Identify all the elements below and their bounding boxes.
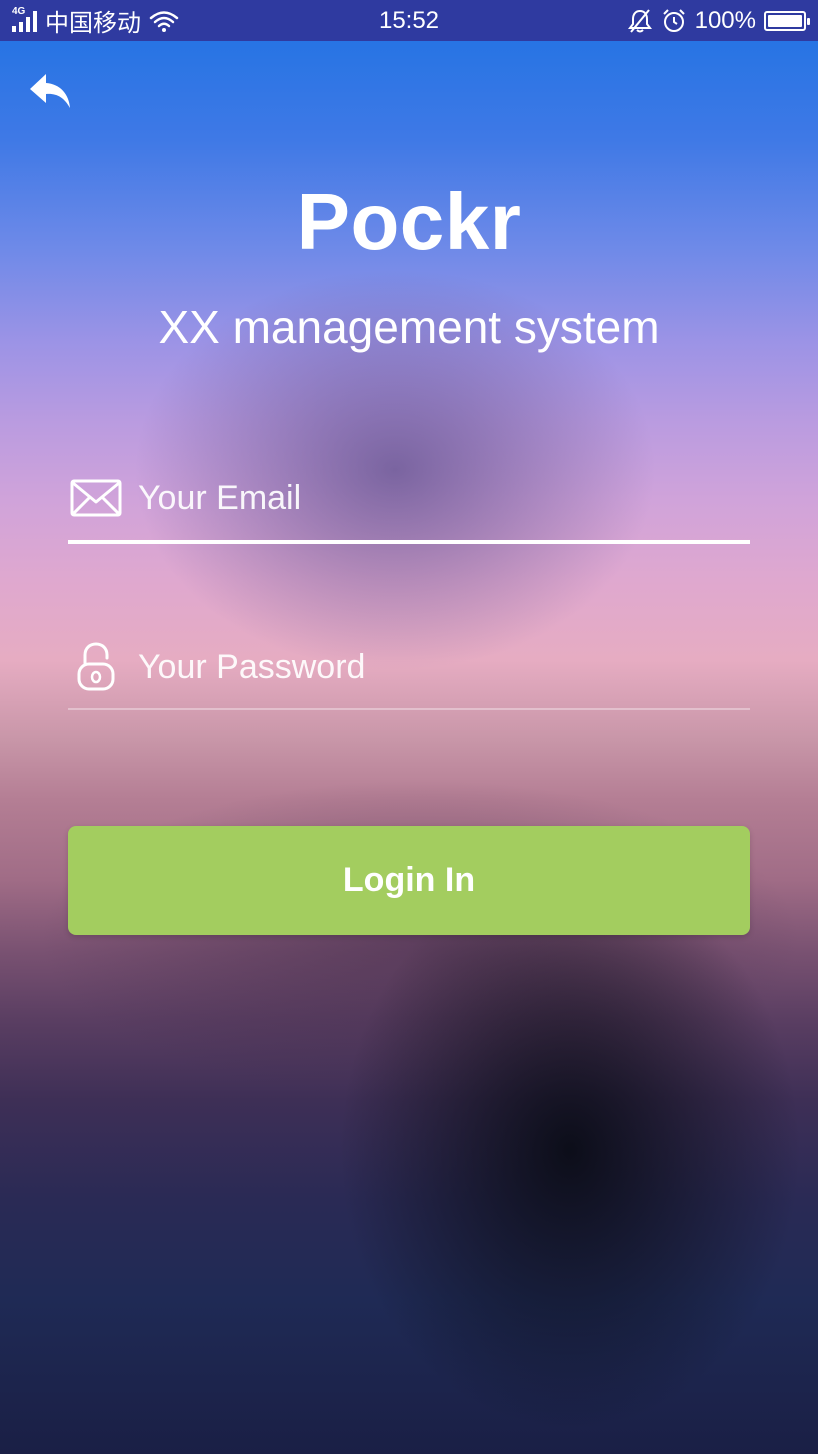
network-type: 4G	[12, 5, 26, 17]
back-arrow-icon	[30, 74, 70, 108]
status-right: 100%	[627, 6, 810, 35]
back-button[interactable]	[28, 70, 74, 112]
battery-fill	[768, 14, 802, 27]
status-left: 4G 中国移动	[12, 3, 179, 38]
envelope-icon	[68, 473, 124, 523]
battery-icon	[764, 10, 810, 31]
lock-icon	[68, 642, 124, 692]
password-field[interactable]	[68, 626, 750, 710]
status-bar: 4G 中国移动 15:52 100%	[0, 0, 818, 41]
silent-bell-icon	[627, 8, 652, 33]
app-subtitle: XX management system	[158, 301, 660, 353]
email-input[interactable]	[138, 468, 750, 528]
login-button[interactable]: Login In	[68, 826, 750, 935]
signal-icon: 4G	[12, 6, 37, 32]
login-screen: 4G 中国移动 15:52 100% Pockr XX management s…	[0, 0, 818, 1454]
wifi-icon	[149, 10, 179, 32]
alarm-clock-icon	[662, 8, 685, 32]
email-field[interactable]	[68, 456, 750, 544]
battery-percent: 100%	[694, 6, 756, 34]
password-input[interactable]	[138, 637, 750, 697]
carrier-name: 中国移动	[45, 10, 141, 37]
app-title: Pockr	[296, 177, 522, 266]
